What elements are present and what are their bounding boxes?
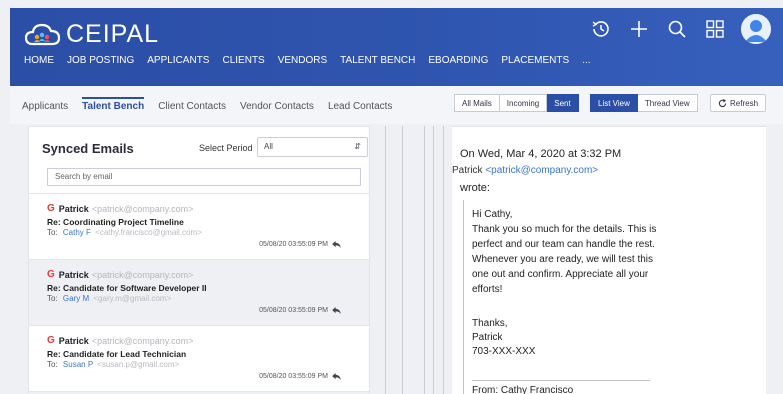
google-icon: G bbox=[47, 335, 55, 346]
search-email-input[interactable]: Search by email bbox=[47, 168, 361, 186]
email-item[interactable]: G Patrick <patrick@company.com> Re: Cand… bbox=[29, 325, 369, 391]
sig-phone: 703-XXX-XXX bbox=[472, 346, 536, 357]
google-icon: G bbox=[47, 203, 55, 214]
mail-filter-group: All Mails Incoming Sent bbox=[454, 94, 579, 112]
email-time: 05/08/20 03:55:09 PM bbox=[259, 373, 328, 380]
email-subject: Re: Candidate for Software Developer II bbox=[47, 283, 207, 293]
nav-talent-bench[interactable]: TALENT BENCH bbox=[340, 55, 415, 66]
message-from-line: Patrick <patrick@company.com> bbox=[452, 165, 598, 176]
message-from-name: Patrick bbox=[452, 165, 483, 176]
add-icon[interactable] bbox=[627, 17, 651, 41]
period-select[interactable]: All ⇵ bbox=[257, 137, 368, 157]
to-label: To: bbox=[47, 360, 58, 369]
recipient-address: <gary.m@gmail.com> bbox=[93, 294, 172, 303]
to-label: To: bbox=[47, 294, 58, 303]
main-nav: HOME JOB POSTING APPLICANTS CLIENTS VEND… bbox=[24, 55, 591, 66]
email-list: G Patrick <patrick@company.com> Re: Coor… bbox=[29, 193, 369, 394]
nav-more[interactable]: ... bbox=[582, 55, 590, 66]
brand-name: CEIPAL bbox=[66, 19, 160, 48]
list-view-button[interactable]: List View bbox=[590, 94, 638, 112]
thread-divider bbox=[424, 126, 425, 394]
message-preview: On Wed, Mar 4, 2020 at 3:32 PM Patrick <… bbox=[452, 126, 766, 394]
google-icon: G bbox=[47, 269, 55, 280]
nav-clients[interactable]: CLIENTS bbox=[222, 55, 264, 66]
message-from-address[interactable]: <patrick@company.com> bbox=[485, 165, 598, 176]
sig-name: Patrick bbox=[472, 332, 503, 343]
email-subject: Re: Coordinating Project Timeline bbox=[47, 217, 184, 227]
header-actions bbox=[589, 14, 771, 44]
reply-icon[interactable] bbox=[332, 241, 341, 248]
tab-lead-contacts[interactable]: Lead Contacts bbox=[328, 101, 393, 112]
reply-icon[interactable] bbox=[332, 373, 341, 380]
sender-name: Patrick bbox=[58, 335, 89, 346]
search-icon[interactable] bbox=[665, 17, 689, 41]
nav-job-posting[interactable]: JOB POSTING bbox=[67, 55, 134, 66]
message-signature: Thanks, Patrick 703-XXX-XXX bbox=[472, 317, 535, 359]
refresh-label: Refresh bbox=[730, 98, 759, 108]
sub-toolbar: Applicants Talent Bench Client Contacts … bbox=[10, 86, 783, 124]
recipient-address: <susan.p@gmail.com> bbox=[97, 360, 180, 369]
message-greeting: Hi Cathy, bbox=[472, 209, 513, 220]
sender-name: Patrick bbox=[58, 269, 89, 280]
view-toggle-group: List View Thread View bbox=[590, 94, 698, 112]
select-arrows-icon: ⇵ bbox=[354, 142, 361, 151]
sender-name: Patrick bbox=[58, 203, 89, 214]
incoming-button[interactable]: Incoming bbox=[499, 94, 548, 112]
to-label: To: bbox=[47, 228, 58, 237]
email-time: 05/08/20 03:55:09 PM bbox=[259, 241, 328, 248]
quoted-from-line: From: Cathy Francisco bbox=[472, 385, 574, 394]
email-time: 05/08/20 03:55:09 PM bbox=[259, 307, 328, 314]
ceipal-logo[interactable]: CEIPAL bbox=[24, 20, 159, 48]
panel-title: Synced Emails bbox=[42, 141, 134, 156]
recipient-name[interactable]: Susan P bbox=[63, 360, 93, 369]
user-avatar[interactable] bbox=[741, 14, 771, 44]
contact-tabs: Applicants Talent Bench Client Contacts … bbox=[22, 97, 393, 112]
period-value: All bbox=[264, 142, 273, 151]
sender-address: <patrick@company.com> bbox=[91, 335, 194, 346]
reply-icon[interactable] bbox=[332, 307, 341, 314]
thread-divider bbox=[443, 126, 444, 394]
refresh-icon bbox=[718, 98, 727, 107]
refresh-button[interactable]: Refresh bbox=[710, 94, 767, 112]
user-avatar-icon bbox=[741, 14, 771, 44]
recipient-address: <cathy.francisco@gmail.com> bbox=[95, 228, 202, 237]
thread-divider bbox=[433, 126, 434, 394]
apps-grid-icon[interactable] bbox=[703, 17, 727, 41]
nav-home[interactable]: HOME bbox=[24, 55, 54, 66]
tab-applicants[interactable]: Applicants bbox=[22, 101, 68, 112]
period-label: Select Period bbox=[199, 143, 253, 153]
cloud-logo-icon bbox=[24, 23, 61, 46]
nav-applicants[interactable]: APPLICANTS bbox=[147, 55, 209, 66]
tab-client-contacts[interactable]: Client Contacts bbox=[158, 101, 226, 112]
quote-bar bbox=[463, 200, 464, 394]
sent-button[interactable]: Sent bbox=[547, 94, 579, 112]
top-bar: CEIPAL HOME JOB POSTING APPLICANTS CLIEN… bbox=[10, 8, 783, 86]
sender-address: <patrick@company.com> bbox=[91, 203, 194, 214]
thread-divider bbox=[385, 126, 386, 394]
tab-vendor-contacts[interactable]: Vendor Contacts bbox=[240, 101, 314, 112]
nav-vendors[interactable]: VENDORS bbox=[278, 55, 327, 66]
sender-address: <patrick@company.com> bbox=[91, 269, 194, 280]
thread-divider bbox=[402, 126, 403, 394]
message-wrote: wrote: bbox=[460, 182, 490, 194]
sig-thanks: Thanks, bbox=[472, 318, 508, 329]
message-date-line: On Wed, Mar 4, 2020 at 3:32 PM bbox=[460, 148, 622, 160]
nav-eboarding[interactable]: EBOARDING bbox=[428, 55, 488, 66]
all-mails-button[interactable]: All Mails bbox=[454, 94, 500, 112]
email-item[interactable]: G Patrick <patrick@company.com> Re: Coor… bbox=[29, 193, 369, 259]
email-item[interactable]: G Patrick <patrick@company.com> Re: Cand… bbox=[29, 259, 369, 325]
refresh-group: Refresh bbox=[710, 94, 767, 112]
thread-view-button[interactable]: Thread View bbox=[637, 94, 698, 112]
nav-placements[interactable]: PLACEMENTS bbox=[501, 55, 569, 66]
tab-talent-bench[interactable]: Talent Bench bbox=[82, 97, 145, 112]
recipient-name[interactable]: Gary M bbox=[63, 294, 89, 303]
history-icon[interactable] bbox=[589, 17, 613, 41]
message-body: Hi Cathy, Thank you so much for the deta… bbox=[472, 207, 666, 297]
quoted-divider bbox=[472, 380, 650, 381]
email-subject: Re: Candidate for Lead Technician bbox=[47, 349, 187, 359]
message-text: Thank you so much for the details. This … bbox=[472, 224, 657, 295]
synced-emails-panel: Synced Emails Select Period All ⇵ Search… bbox=[28, 126, 370, 394]
recipient-name[interactable]: Cathy F bbox=[63, 228, 91, 237]
